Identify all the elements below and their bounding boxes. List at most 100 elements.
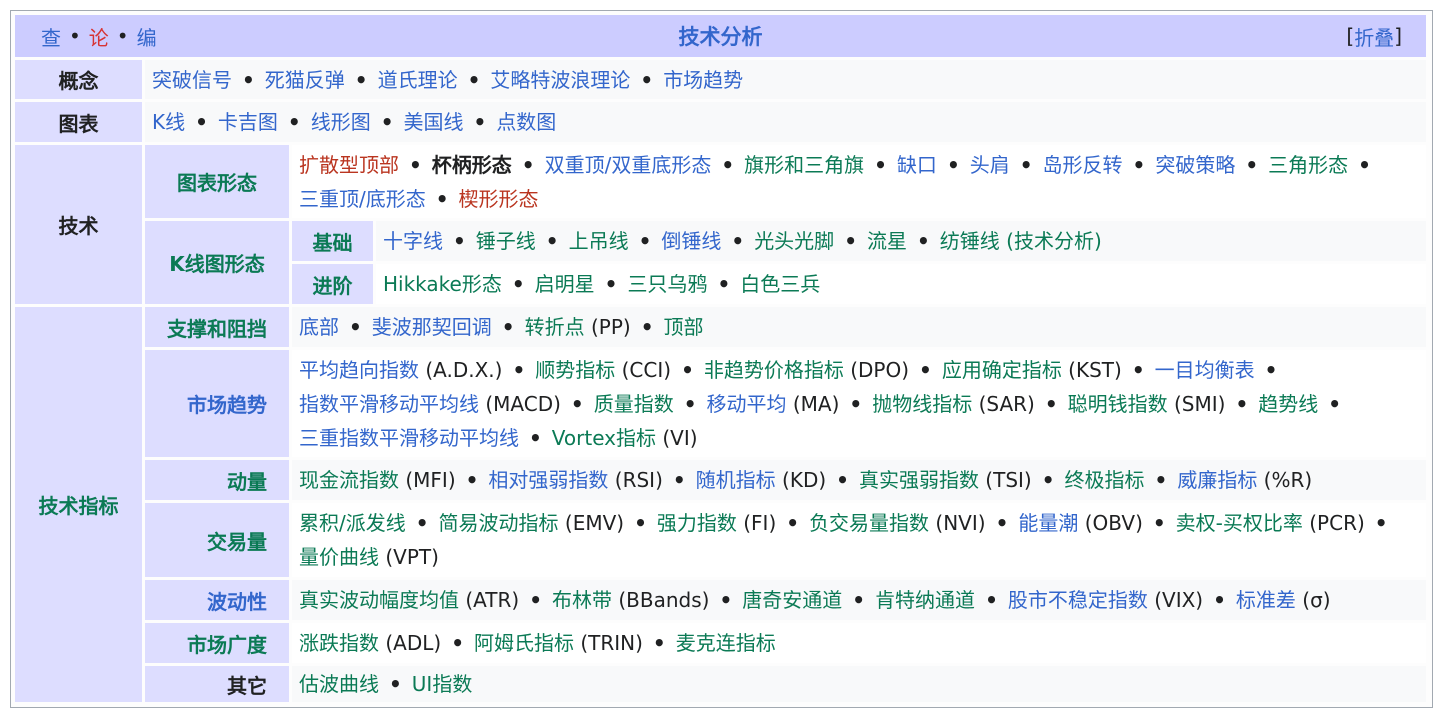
- nav-link[interactable]: 唐奇安通道: [742, 588, 842, 612]
- nav-link[interactable]: 应用确定指标: [942, 358, 1062, 382]
- nav-link[interactable]: 顶部: [663, 315, 703, 339]
- nav-link[interactable]: 移动平均: [707, 392, 787, 416]
- separator-dot: •: [1264, 357, 1278, 382]
- nav-link[interactable]: 强力指数: [657, 511, 737, 535]
- nav-link[interactable]: 三重指数平滑移动平均线: [299, 426, 519, 450]
- group-chart-patterns[interactable]: 图表形态: [145, 145, 289, 218]
- nav-link[interactable]: 扩散型顶部: [299, 153, 399, 177]
- nav-link[interactable]: 真实强弱指数: [859, 468, 979, 492]
- list-item: 顶部: [663, 310, 703, 344]
- nav-link[interactable]: 现金流指数: [299, 468, 399, 492]
- nav-link[interactable]: 线形图: [311, 110, 371, 134]
- nav-link[interactable]: 白色三兵: [740, 272, 820, 296]
- nav-link[interactable]: 双重顶/双重底形态: [545, 153, 712, 177]
- separator-dot: •: [415, 511, 429, 535]
- nav-link[interactable]: 质量指数: [594, 392, 674, 416]
- separator-dot: •: [1374, 511, 1388, 535]
- nav-link[interactable]: 能量潮: [1018, 511, 1078, 535]
- nav-link[interactable]: 转折点: [525, 315, 585, 339]
- nav-link[interactable]: 抛物线指标: [872, 392, 972, 416]
- nav-link[interactable]: 三重顶/底形态: [299, 187, 426, 211]
- collapse-button[interactable]: 折叠: [1354, 22, 1394, 51]
- nav-link[interactable]: 卖权-买权比率: [1176, 511, 1303, 535]
- nav-link[interactable]: 突破信号: [152, 68, 232, 92]
- group-support[interactable]: 支撑和阻挡: [145, 307, 289, 347]
- nav-link[interactable]: 底部: [299, 315, 339, 339]
- nav-link[interactable]: 累积/派发线: [299, 511, 406, 535]
- nav-link[interactable]: 股市不稳定指数: [1008, 588, 1148, 612]
- nav-link[interactable]: 三角形态: [1268, 153, 1348, 177]
- nav-link[interactable]: Hikkake形态: [383, 272, 502, 296]
- nav-link[interactable]: 平均趋向指数: [299, 358, 419, 382]
- nav-link[interactable]: 一目均衡表: [1155, 358, 1255, 382]
- nav-link[interactable]: 随机指标: [696, 468, 776, 492]
- nav-link[interactable]: 楔形形态: [459, 187, 539, 211]
- group-momentum[interactable]: 动量: [145, 460, 289, 500]
- nav-link[interactable]: 点数图: [496, 110, 556, 134]
- nav-link[interactable]: 三只乌鸦: [627, 272, 707, 296]
- nav-link[interactable]: Vortex指标: [552, 426, 656, 450]
- nav-link[interactable]: 缺口: [897, 153, 937, 177]
- nav-link[interactable]: 负交易量指数: [809, 511, 929, 535]
- nav-link[interactable]: 麦克连指标: [676, 631, 776, 655]
- nav-link[interactable]: 相对强弱指数: [488, 468, 608, 492]
- list-item: 杯柄形态 •: [432, 148, 545, 182]
- separator-dot: •: [389, 672, 402, 696]
- nav-link[interactable]: 纺锤线 (技术分析): [940, 229, 1102, 253]
- nav-link[interactable]: 斐波那契回调: [372, 315, 492, 339]
- list-item: 艾略特波浪理论 •: [490, 63, 663, 97]
- abbreviation-text: (RSI): [608, 468, 663, 492]
- abbreviation-text: (%R): [1257, 468, 1313, 492]
- group-indicators[interactable]: 技术指标: [15, 307, 142, 702]
- nav-link[interactable]: 光头光脚: [754, 229, 834, 253]
- nav-link[interactable]: 市场趋势: [663, 68, 743, 92]
- nav-link[interactable]: 真实波动幅度均值: [299, 588, 459, 612]
- nav-link[interactable]: 肯特纳通道: [875, 588, 975, 612]
- nav-link[interactable]: 美国线: [404, 110, 464, 134]
- group-trend[interactable]: 市场趋势: [145, 350, 289, 457]
- nav-link[interactable]: 标准差: [1236, 588, 1296, 612]
- nav-link[interactable]: 顺势指标: [535, 358, 615, 382]
- nav-link[interactable]: 涨跌指数: [299, 631, 379, 655]
- list-item: 唐奇安通道 •: [742, 583, 875, 617]
- nav-link[interactable]: 趋势线: [1258, 392, 1318, 416]
- nav-link[interactable]: 上吊线: [569, 229, 629, 253]
- group-volume[interactable]: 交易量: [145, 503, 289, 577]
- nav-link[interactable]: 聪明钱指数: [1068, 392, 1168, 416]
- separator-dot: •: [849, 391, 863, 416]
- nav-link[interactable]: 简易波动指标: [439, 511, 559, 535]
- list-item: 十字线 •: [383, 224, 476, 258]
- nav-link[interactable]: 指数平滑移动平均线: [299, 392, 479, 416]
- nav-link[interactable]: 倒锤线: [661, 229, 721, 253]
- nav-link[interactable]: 流星: [867, 229, 907, 253]
- group-volatility[interactable]: 波动性: [145, 580, 289, 620]
- nav-link[interactable]: 头肩: [970, 153, 1010, 177]
- nav-link[interactable]: K线: [152, 110, 185, 134]
- nav-link[interactable]: 岛形反转: [1043, 153, 1123, 177]
- nav-link[interactable]: 锤子线: [476, 229, 536, 253]
- nav-link[interactable]: 艾略特波浪理论: [490, 68, 630, 92]
- nav-link[interactable]: 启明星: [535, 272, 595, 296]
- nav-link[interactable]: 威廉指标: [1177, 468, 1257, 492]
- nav-link[interactable]: 终极指标: [1065, 468, 1145, 492]
- group-breadth[interactable]: 市场广度: [145, 623, 289, 663]
- separator-dot: •: [1358, 152, 1371, 177]
- nav-link[interactable]: 阿姆氏指标: [474, 631, 574, 655]
- nav-link[interactable]: 道氏理论: [378, 68, 458, 92]
- list-item: 平均趋向指数 (A.D.X.) •: [299, 353, 535, 387]
- nav-link[interactable]: 量价曲线: [299, 545, 379, 569]
- group-candle-patterns[interactable]: K线图形态: [145, 221, 289, 304]
- abbreviation-text: (TSI): [978, 468, 1032, 492]
- nav-link[interactable]: 布林带: [552, 588, 612, 612]
- nav-link[interactable]: 死猫反弹: [265, 68, 345, 92]
- separator-dot: •: [874, 152, 887, 177]
- abbreviation-text: (EMV): [558, 511, 625, 535]
- nav-link[interactable]: 旗形和三角旗: [744, 153, 864, 177]
- nav-link[interactable]: 卡吉图: [218, 110, 278, 134]
- nav-link[interactable]: 估波曲线: [299, 672, 379, 696]
- nav-link[interactable]: 非趋势价格指标: [704, 358, 844, 382]
- list-concept: 突破信号 • 死猫反弹 • 道氏理论 • 艾略特波浪理论 • 市场趋势: [145, 60, 1426, 99]
- nav-link[interactable]: 突破策略: [1155, 153, 1235, 177]
- nav-link[interactable]: 十字线: [383, 229, 443, 253]
- nav-link[interactable]: UI指数: [412, 672, 473, 696]
